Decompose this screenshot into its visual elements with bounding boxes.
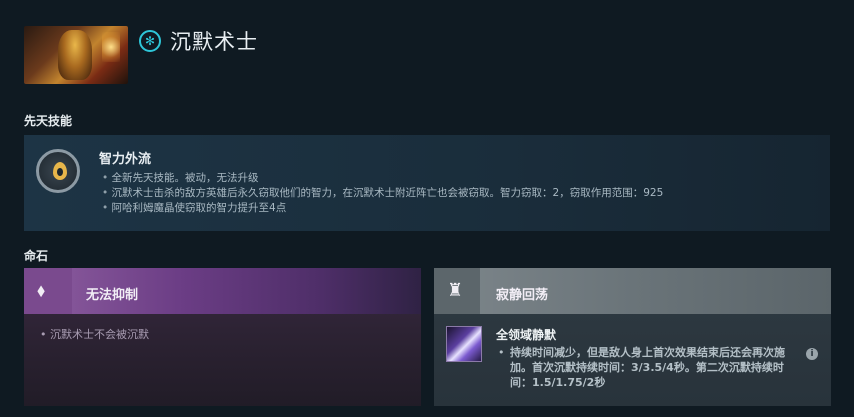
facet-icon-box: ⬧	[24, 268, 72, 314]
ability-name: 全领域静默	[496, 328, 557, 342]
innate-line: 沉默术士击杀的敌方英雄后永久窃取他们的智力，在沉默术士附近阵亡也会被窃取。智力窃…	[102, 186, 664, 201]
crystal-facet-icon: ⬧	[37, 280, 46, 301]
ability-description: 持续时间减少，但是敌人身上首次效果结束后还会再次施加。首次沉默持续时间：3/3.…	[510, 346, 785, 389]
hero-name: 沉默术士	[170, 30, 258, 54]
innate-section-title: 先天技能	[24, 114, 73, 128]
facet-icon-box: ♜	[434, 268, 480, 314]
echo-facet-icon: ♜	[447, 280, 464, 301]
portrait-glow	[102, 32, 120, 62]
innate-line: 全新先天技能。被动，无法升级	[102, 171, 663, 186]
intelligence-drain-icon[interactable]	[36, 149, 80, 193]
bullet: •	[498, 346, 505, 359]
universal-attribute-icon: ✻	[139, 30, 161, 52]
facet-description: 沉默术士不会被沉默	[40, 326, 149, 342]
facet-header: ♜ 寂静回荡	[434, 268, 831, 314]
facets-section-title: 命石	[24, 249, 49, 263]
facet-card-echo[interactable]: ♜ 寂静回荡 全领域静默 • 持续时间减少，但是敌人身上首次效果结束后还会再次施…	[434, 268, 831, 406]
facet-card-unsilenceable[interactable]: ⬧ 无法抑制 沉默术士不会被沉默	[24, 268, 421, 406]
innate-description: 全新先天技能。被动，无法升级 沉默术士击杀的敌方英雄后永久窃取他们的智力，在沉默…	[102, 171, 664, 216]
facet-header: ⬧ 无法抑制	[24, 268, 421, 314]
portrait-helm	[58, 30, 92, 80]
hero-portrait	[24, 26, 128, 84]
global-silence-icon[interactable]	[446, 326, 482, 362]
facet-name: 无法抑制	[86, 288, 139, 303]
innate-panel: 智力外流 全新先天技能。被动，无法升级 沉默术士击杀的敌方英雄后永久窃取他们的智…	[24, 135, 830, 231]
innate-ability-name: 智力外流	[99, 152, 152, 167]
innate-line: 阿哈利姆魔晶使窃取的智力提升至4点	[102, 201, 663, 216]
info-icon[interactable]: i	[806, 348, 818, 360]
facet-name: 寂静回荡	[496, 288, 549, 303]
